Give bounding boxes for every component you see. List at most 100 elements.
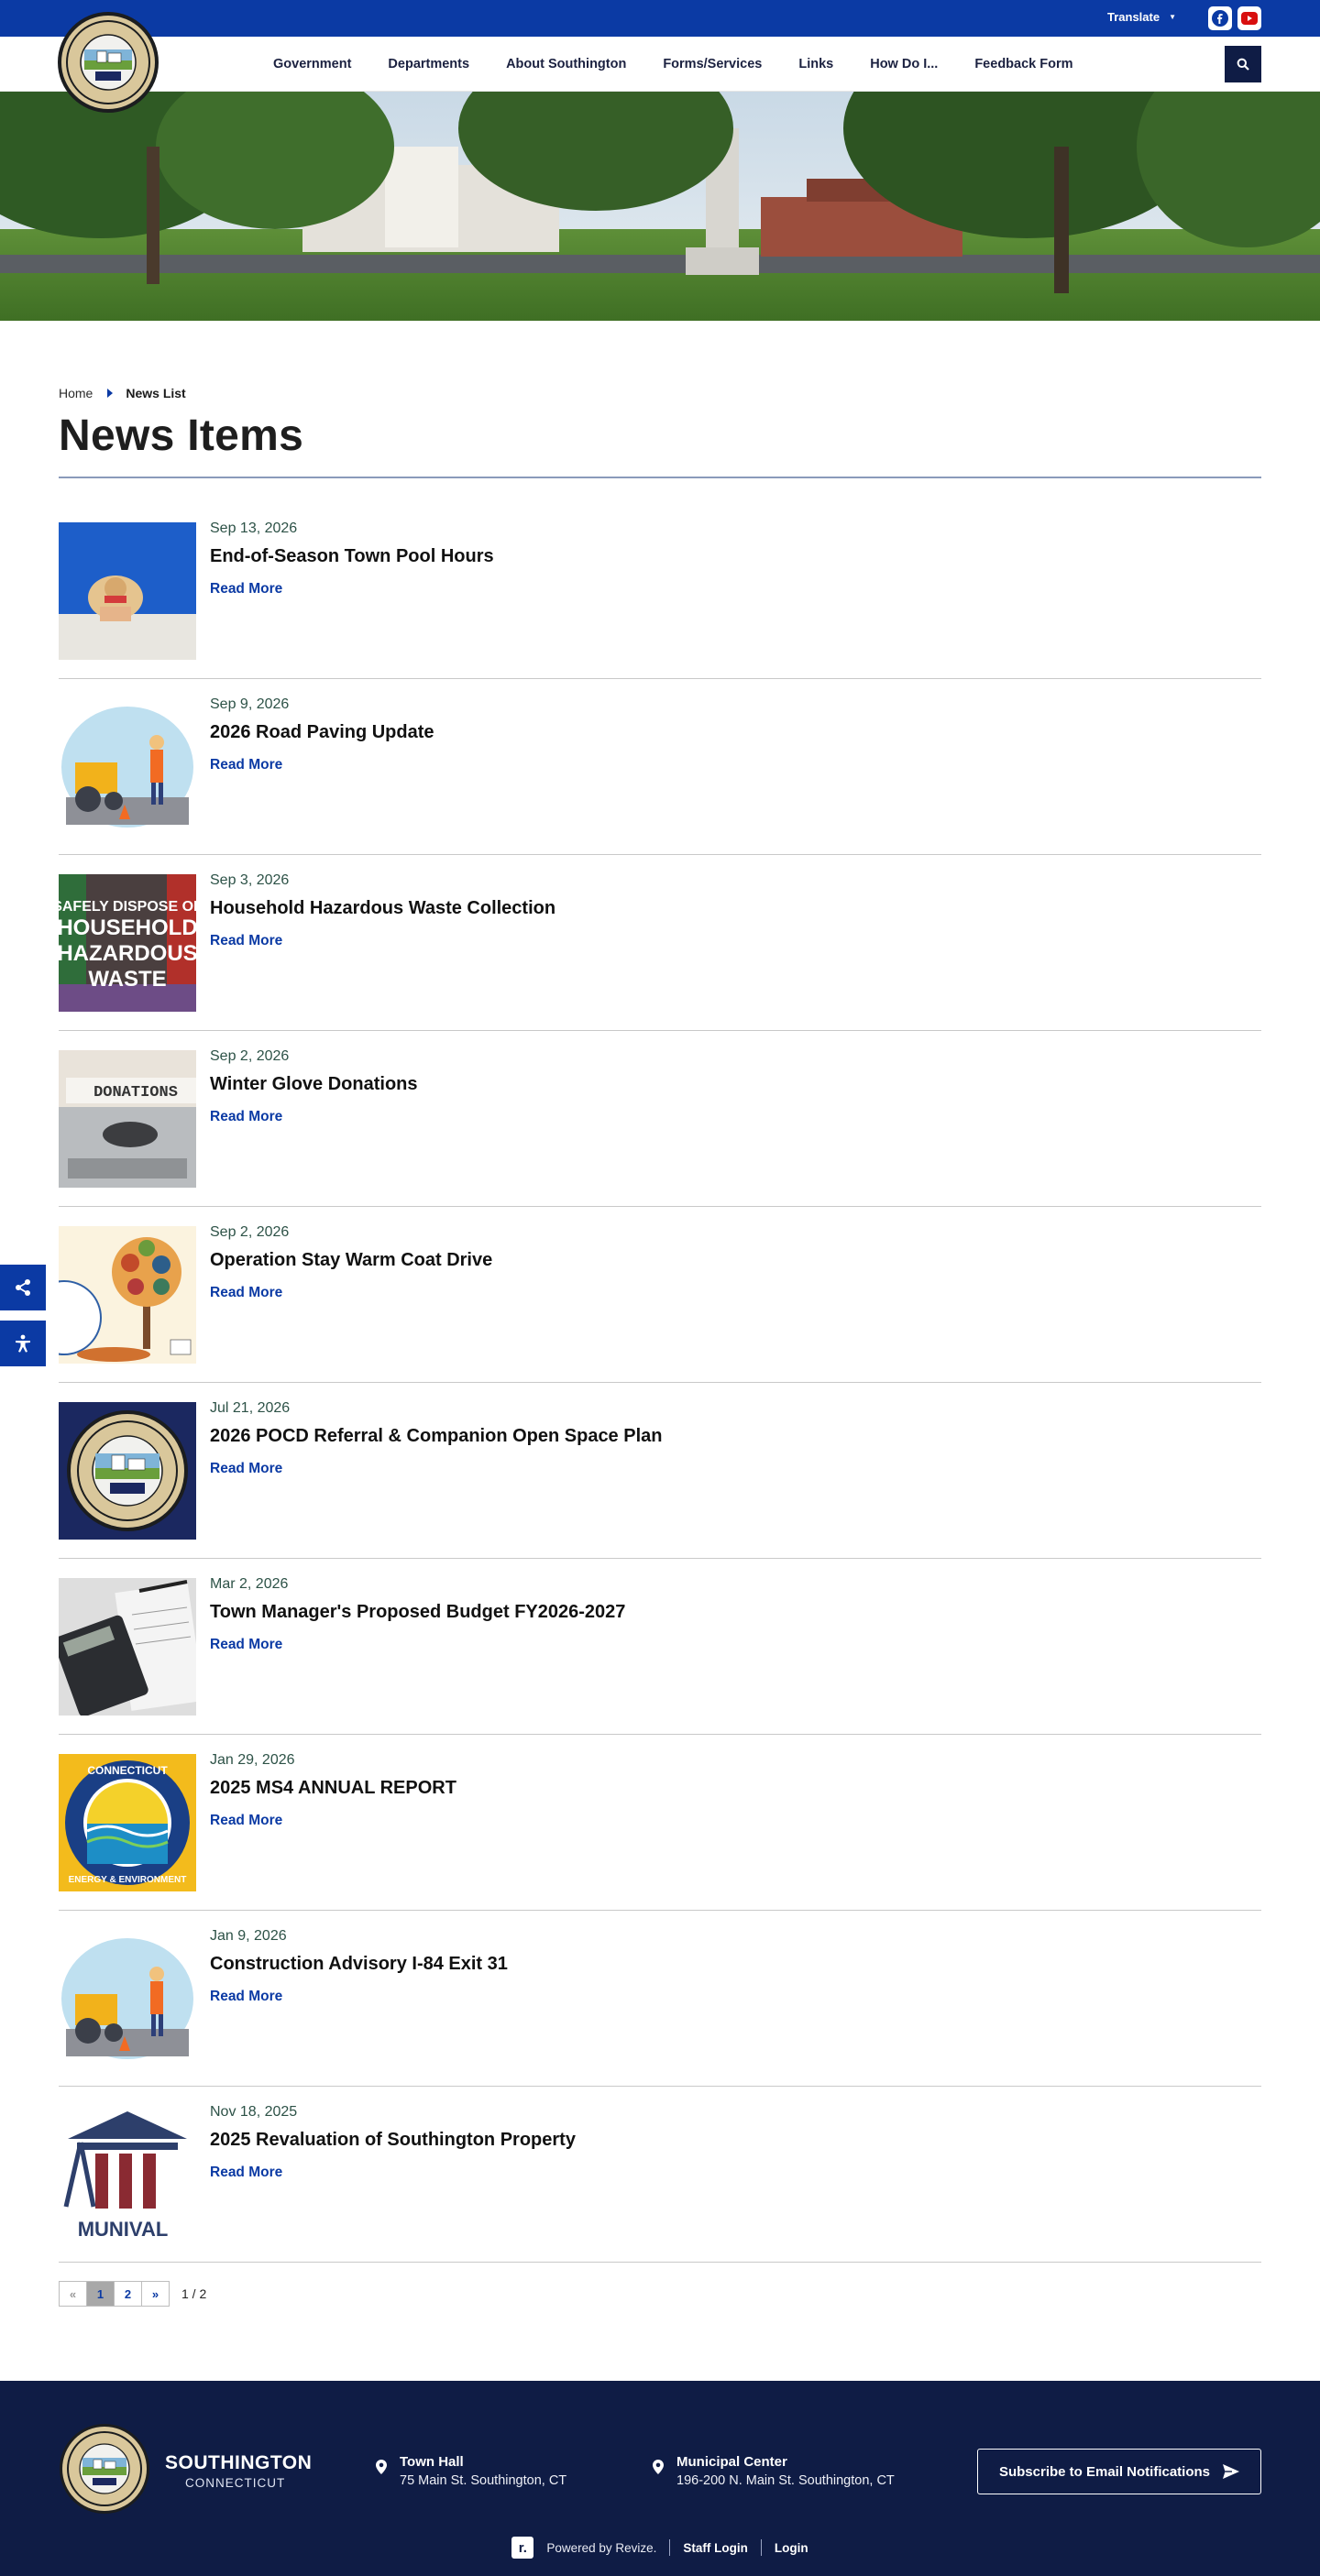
read-more-link[interactable]: Read More — [210, 1637, 282, 1653]
munival-image[interactable]: MUNIVAL — [59, 2106, 196, 2243]
news-date: Mar 2, 2026 — [210, 1576, 289, 1592]
news-item: MUNIVAL Nov 18, 2025 2025 Revaluation of… — [59, 2104, 1261, 2282]
pagination: « 1 2 » 1 / 2 — [59, 2281, 206, 2307]
thumb-text: ENERGY & ENVIRONMENT — [69, 1875, 187, 1885]
hazardous-waste-image[interactable]: SAFELY DISPOSE OF HOUSEHOLD HAZARDOUS WA… — [59, 874, 196, 1012]
footer-town-name: SOUTHINGTON — [165, 2452, 313, 2473]
nav-links[interactable]: Links — [780, 57, 852, 71]
subscribe-email-button[interactable]: Subscribe to Email Notifications — [977, 2449, 1261, 2494]
facebook-icon[interactable] — [1208, 6, 1232, 30]
translate-dropdown[interactable]: Translate ▼ — [1107, 10, 1176, 24]
divider — [59, 1734, 1261, 1735]
revize-logo-icon: r. — [512, 2537, 534, 2559]
divider — [59, 1910, 1261, 1911]
town-seal-logo[interactable] — [57, 11, 160, 114]
nav-government[interactable]: Government — [257, 57, 369, 71]
footer-bottom-bar: r. Powered by Revize. Staff Login Login — [0, 2537, 1320, 2559]
news-date: Sep 3, 2026 — [210, 872, 290, 888]
read-more-link[interactable]: Read More — [210, 1109, 282, 1125]
news-title[interactable]: Winter Glove Donations — [210, 1074, 418, 1095]
typewriter-donations-image[interactable]: DONATIONS — [59, 1050, 196, 1188]
read-more-link[interactable]: Read More — [210, 933, 282, 949]
nav-forms-services[interactable]: Forms/Services — [644, 57, 780, 71]
read-more-link[interactable]: Read More — [210, 757, 282, 773]
news-title[interactable]: 2026 POCD Referral & Companion Open Spac… — [210, 1426, 662, 1447]
news-date: Sep 13, 2026 — [210, 521, 298, 536]
news-item: CONNECTICUT ENERGY & ENVIRONMENT Jan 29,… — [59, 1752, 1261, 1930]
read-more-link[interactable]: Read More — [210, 1285, 282, 1301]
coat-tree-image[interactable] — [59, 1226, 196, 1364]
pagination-page-2[interactable]: 2 — [114, 2281, 142, 2307]
thumb-text: MUNIVAL — [78, 2218, 169, 2241]
search-button[interactable] — [1225, 46, 1261, 82]
share-icon — [16, 1279, 30, 1296]
divider — [59, 678, 1261, 679]
news-date: Nov 18, 2025 — [210, 2104, 298, 2120]
thumb-text: CONNECTICUT — [87, 1764, 168, 1777]
divider — [59, 1206, 1261, 1207]
news-title[interactable]: Town Manager's Proposed Budget FY2026-20… — [210, 1602, 625, 1623]
breadcrumb-home-link[interactable]: Home — [59, 386, 93, 400]
powered-by-label: Powered by Revize. — [546, 2540, 657, 2555]
separator — [760, 2539, 762, 2556]
news-title[interactable]: End-of-Season Town Pool Hours — [210, 546, 494, 567]
staff-login-link[interactable]: Staff Login — [683, 2541, 748, 2555]
accessibility-button[interactable] — [0, 1321, 46, 1366]
read-more-link[interactable]: Read More — [210, 2165, 282, 2181]
search-icon — [1237, 58, 1249, 71]
news-item: Sep 2, 2026 Operation Stay Warm Coat Dri… — [59, 1224, 1261, 1402]
road-roller-image[interactable] — [59, 1930, 196, 2067]
ct-energy-environment-image[interactable]: CONNECTICUT ENERGY & ENVIRONMENT — [59, 1754, 196, 1891]
read-more-link[interactable]: Read More — [210, 1989, 282, 2005]
read-more-link[interactable]: Read More — [210, 1813, 282, 1829]
footer-state: CONNECTICUT — [185, 2476, 286, 2490]
news-date: Sep 2, 2026 — [210, 1224, 290, 1240]
calculator-image[interactable] — [59, 1578, 196, 1716]
news-date: Jan 9, 2026 — [210, 1928, 287, 1944]
share-button[interactable] — [0, 1265, 46, 1310]
divider — [59, 2086, 1261, 2087]
login-link[interactable]: Login — [775, 2541, 808, 2555]
main-navigation-bar: Government Departments About Southington… — [0, 37, 1320, 92]
read-more-link[interactable]: Read More — [210, 581, 282, 597]
divider — [59, 2262, 1261, 2263]
news-title[interactable]: 2026 Road Paving Update — [210, 722, 434, 743]
town-seal-image[interactable] — [59, 1402, 196, 1540]
news-title[interactable]: Household Hazardous Waste Collection — [210, 898, 556, 919]
pagination-page-1[interactable]: 1 — [86, 2281, 115, 2307]
pagination-next[interactable]: » — [141, 2281, 170, 2307]
news-item: SAFELY DISPOSE OF HOUSEHOLD HAZARDOUS WA… — [59, 872, 1261, 1050]
nav-feedback-form[interactable]: Feedback Form — [956, 57, 1091, 71]
news-item: Mar 2, 2026 Town Manager's Proposed Budg… — [59, 1576, 1261, 1754]
nav-departments[interactable]: Departments — [369, 57, 488, 71]
youtube-icon[interactable] — [1238, 6, 1261, 30]
thumb-text: SAFELY DISPOSE OF — [59, 899, 196, 915]
news-title[interactable]: Construction Advisory I-84 Exit 31 — [210, 1954, 508, 1975]
accessibility-icon — [16, 1334, 30, 1353]
news-title[interactable]: 2025 Revaluation of Southington Property — [210, 2130, 576, 2151]
news-item: DONATIONS Sep 2, 2026 Winter Glove Donat… — [59, 1048, 1261, 1226]
nav-about-southington[interactable]: About Southington — [488, 57, 644, 71]
news-date: Jul 21, 2026 — [210, 1400, 291, 1416]
hero-image — [0, 92, 1320, 321]
thumb-text: DONATIONS — [94, 1084, 178, 1102]
page-title: News Items — [59, 411, 304, 460]
subscribe-label: Subscribe to Email Notifications — [998, 2463, 1211, 2480]
road-roller-image[interactable] — [59, 698, 196, 836]
divider — [59, 1030, 1261, 1031]
title-divider — [59, 477, 1261, 478]
divider — [59, 1382, 1261, 1383]
powered-by-revize[interactable]: r. Powered by Revize. — [512, 2537, 656, 2559]
pagination-prev[interactable]: « — [59, 2281, 87, 2307]
news-title[interactable]: Operation Stay Warm Coat Drive — [210, 1250, 492, 1271]
nav-how-do-i[interactable]: How Do I... — [852, 57, 956, 71]
footer-location-town-hall: Town Hall 75 Main St. Southington, CT — [376, 2454, 566, 2488]
footer-town-seal — [60, 2424, 149, 2514]
read-more-link[interactable]: Read More — [210, 1461, 282, 1477]
caret-down-icon: ▼ — [1169, 13, 1177, 21]
pool-hat-image[interactable] — [59, 522, 196, 660]
breadcrumb-current: News List — [126, 386, 186, 400]
footer-location-title: Town Hall — [400, 2454, 464, 2470]
news-title[interactable]: 2025 MS4 ANNUAL REPORT — [210, 1778, 456, 1799]
breadcrumb: Home News List — [59, 386, 186, 400]
